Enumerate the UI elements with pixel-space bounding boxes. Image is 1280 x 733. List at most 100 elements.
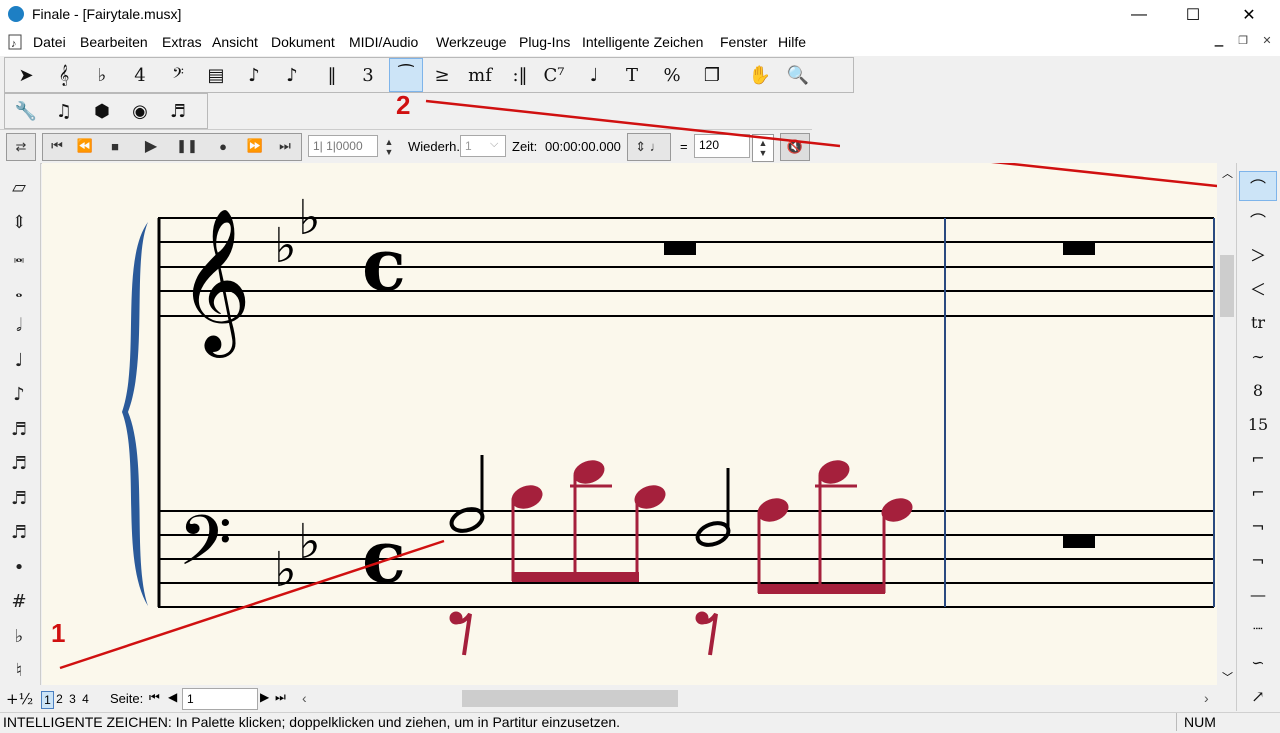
sixty-fourth-note-icon[interactable]: ♬: [0, 488, 38, 509]
natural-icon[interactable]: ♮: [0, 660, 38, 681]
eraser-icon[interactable]: ▱: [0, 177, 38, 198]
menu-dokument[interactable]: Dokument: [271, 34, 335, 50]
articulation-tool-icon[interactable]: ≥: [425, 58, 459, 92]
rewind-icon[interactable]: ⏪: [72, 133, 98, 159]
half-step-icon[interactable]: +½: [6, 690, 33, 708]
dashed-bracket-icon[interactable]: ⌐: [1239, 477, 1277, 507]
menu-plug-ins[interactable]: Plug-Ins: [519, 34, 570, 50]
menu-bearbeiten[interactable]: Bearbeiten: [80, 34, 148, 50]
dashed-line-icon[interactable]: ┈: [1239, 613, 1277, 643]
dashed-slur-icon[interactable]: ⌒: [1239, 205, 1277, 235]
menu-werkzeuge[interactable]: Werkzeuge: [436, 34, 507, 50]
menu-ansicht[interactable]: Ansicht: [212, 34, 258, 50]
studio-tool-icon[interactable]: ⬢: [85, 94, 119, 128]
speedy-entry-tool-icon[interactable]: ♪: [275, 58, 309, 92]
repeat-tool-icon[interactable]: :‖: [503, 58, 537, 92]
chord-tool-icon[interactable]: C⁷: [537, 58, 571, 92]
scroll-down-icon[interactable]: ﹀: [1222, 669, 1233, 685]
eighth-note-group[interactable]: [754, 456, 916, 594]
zoom-tool-icon[interactable]: 🔍: [781, 58, 815, 92]
bracket-icon[interactable]: ⌐: [1239, 443, 1277, 473]
flat-icon[interactable]: ♭: [0, 626, 38, 647]
mdi-restore-button[interactable]: ❐: [1234, 34, 1252, 50]
measure-position-field[interactable]: 1| 1|0000: [308, 135, 378, 157]
trill-extension-icon[interactable]: ∼: [1239, 341, 1277, 371]
menu-datei[interactable]: Datei: [33, 34, 66, 50]
eighth-rest[interactable]: [695, 611, 718, 656]
menu-midi-audio[interactable]: MIDI/Audio: [349, 34, 418, 50]
key-signature-tool-icon[interactable]: ♭: [85, 58, 119, 92]
sharp-icon[interactable]: #: [0, 591, 38, 612]
page-layout-tool-icon[interactable]: ❐: [695, 58, 729, 92]
pause-icon[interactable]: ❚❚: [174, 133, 200, 159]
menu-extras[interactable]: Extras: [162, 34, 202, 50]
rewind-to-start-icon[interactable]: ⏮: [44, 133, 70, 159]
position-spinner[interactable]: ▲ ▼: [380, 134, 398, 160]
toggle-playback-button[interactable]: ⇄: [6, 133, 36, 161]
staff-tool-icon[interactable]: 𝄞: [47, 58, 81, 92]
trill-icon[interactable]: tr: [1239, 307, 1277, 337]
smart-shape-tool-icon[interactable]: ⁀: [389, 58, 423, 92]
text-tool-icon[interactable]: T: [615, 58, 649, 92]
page-tab-1[interactable]: 1: [41, 691, 54, 709]
expression-tool-icon[interactable]: mf: [463, 58, 497, 92]
play-icon[interactable]: ▶: [138, 133, 164, 159]
page-number-field[interactable]: 1: [182, 688, 258, 710]
mdi-close-button[interactable]: ✕: [1258, 34, 1276, 50]
octave-15ma-icon[interactable]: 15: [1239, 409, 1277, 439]
clef-tool-icon[interactable]: 𝄢: [161, 58, 195, 92]
audio-tool-icon[interactable]: ◉: [123, 94, 157, 128]
menu-hilfe[interactable]: Hilfe: [778, 34, 806, 50]
next-page-icon[interactable]: ▶: [260, 690, 269, 704]
scroll-right-icon[interactable]: ›: [1204, 690, 1209, 706]
page-tab-2[interactable]: 2: [54, 691, 65, 707]
scroll-up-icon[interactable]: ︿: [1222, 165, 1233, 181]
dot-icon[interactable]: •: [0, 557, 38, 578]
hyperscribe-tool-icon[interactable]: ‖: [315, 58, 349, 92]
eighth-note-icon[interactable]: ♪: [0, 384, 38, 405]
mdi-minimize-button[interactable]: ▁: [1210, 34, 1228, 50]
page-tab-4[interactable]: 4: [80, 691, 91, 707]
half-note[interactable]: [449, 505, 486, 535]
score-canvas[interactable]: 𝄞 ♭ ♭ c 𝄢 ♭ ♭ c: [42, 163, 1217, 685]
dashed-bracket-down-icon[interactable]: ¬: [1239, 545, 1277, 575]
mixer-tool-icon[interactable]: ♫: [47, 94, 81, 128]
octave-8va-icon[interactable]: 8: [1239, 375, 1277, 405]
maximize-button[interactable]: ☐: [1170, 0, 1216, 30]
scroll-thumb[interactable]: [1220, 255, 1234, 317]
glissando-icon[interactable]: ∽: [1239, 647, 1277, 677]
whole-note-icon[interactable]: 𝅝: [0, 281, 38, 302]
utilities-tool-icon[interactable]: 🔧: [9, 94, 43, 128]
bend-hat-icon[interactable]: ↗: [1239, 681, 1277, 711]
crescendo-icon[interactable]: ＜: [1239, 273, 1277, 303]
minimize-button[interactable]: —: [1116, 0, 1162, 30]
whole-rest[interactable]: [1063, 242, 1095, 255]
scroll-left-icon[interactable]: ‹: [302, 690, 307, 706]
forward-to-end-icon[interactable]: ⏭: [272, 133, 298, 159]
whole-rest[interactable]: [664, 242, 696, 255]
simple-entry-tool-icon[interactable]: ♪: [237, 58, 271, 92]
record-icon[interactable]: ●: [210, 133, 236, 159]
score-document[interactable]: 𝄞 ♭ ♭ c 𝄢 ♭ ♭ c: [42, 163, 1217, 685]
menu-intelligente-zeichen[interactable]: Intelligente Zeichen: [582, 34, 703, 50]
whole-rest[interactable]: [1063, 535, 1095, 548]
thirty-second-note-icon[interactable]: ♬: [0, 453, 38, 474]
vertical-scrollbar[interactable]: ︿ ﹀: [1218, 163, 1236, 685]
previous-page-icon[interactable]: ◀: [168, 690, 177, 704]
tuplet-tool-icon[interactable]: 3: [351, 58, 385, 92]
resize-tool-icon[interactable]: %: [655, 58, 689, 92]
one-twenty-eighth-note-icon[interactable]: ♬: [0, 522, 38, 543]
last-page-icon[interactable]: ⏭: [275, 690, 286, 705]
half-note-icon[interactable]: 𝅗𝅥: [0, 315, 38, 336]
first-page-icon[interactable]: ⏮: [149, 690, 160, 705]
close-button[interactable]: ✕: [1226, 0, 1272, 30]
measure-tool-icon[interactable]: ▤: [199, 58, 233, 92]
quarter-note-icon[interactable]: ♩: [0, 350, 38, 371]
horizontal-scroll-thumb[interactable]: [462, 690, 678, 707]
selection-tool-icon[interactable]: ➤: [9, 58, 43, 92]
sixteenth-note-icon[interactable]: ♬: [0, 419, 38, 440]
midi-tool-icon[interactable]: ♬: [161, 94, 195, 128]
line-icon[interactable]: —: [1239, 579, 1277, 609]
slur-icon[interactable]: ⌒: [1239, 171, 1277, 201]
eighth-rest[interactable]: [449, 611, 472, 656]
